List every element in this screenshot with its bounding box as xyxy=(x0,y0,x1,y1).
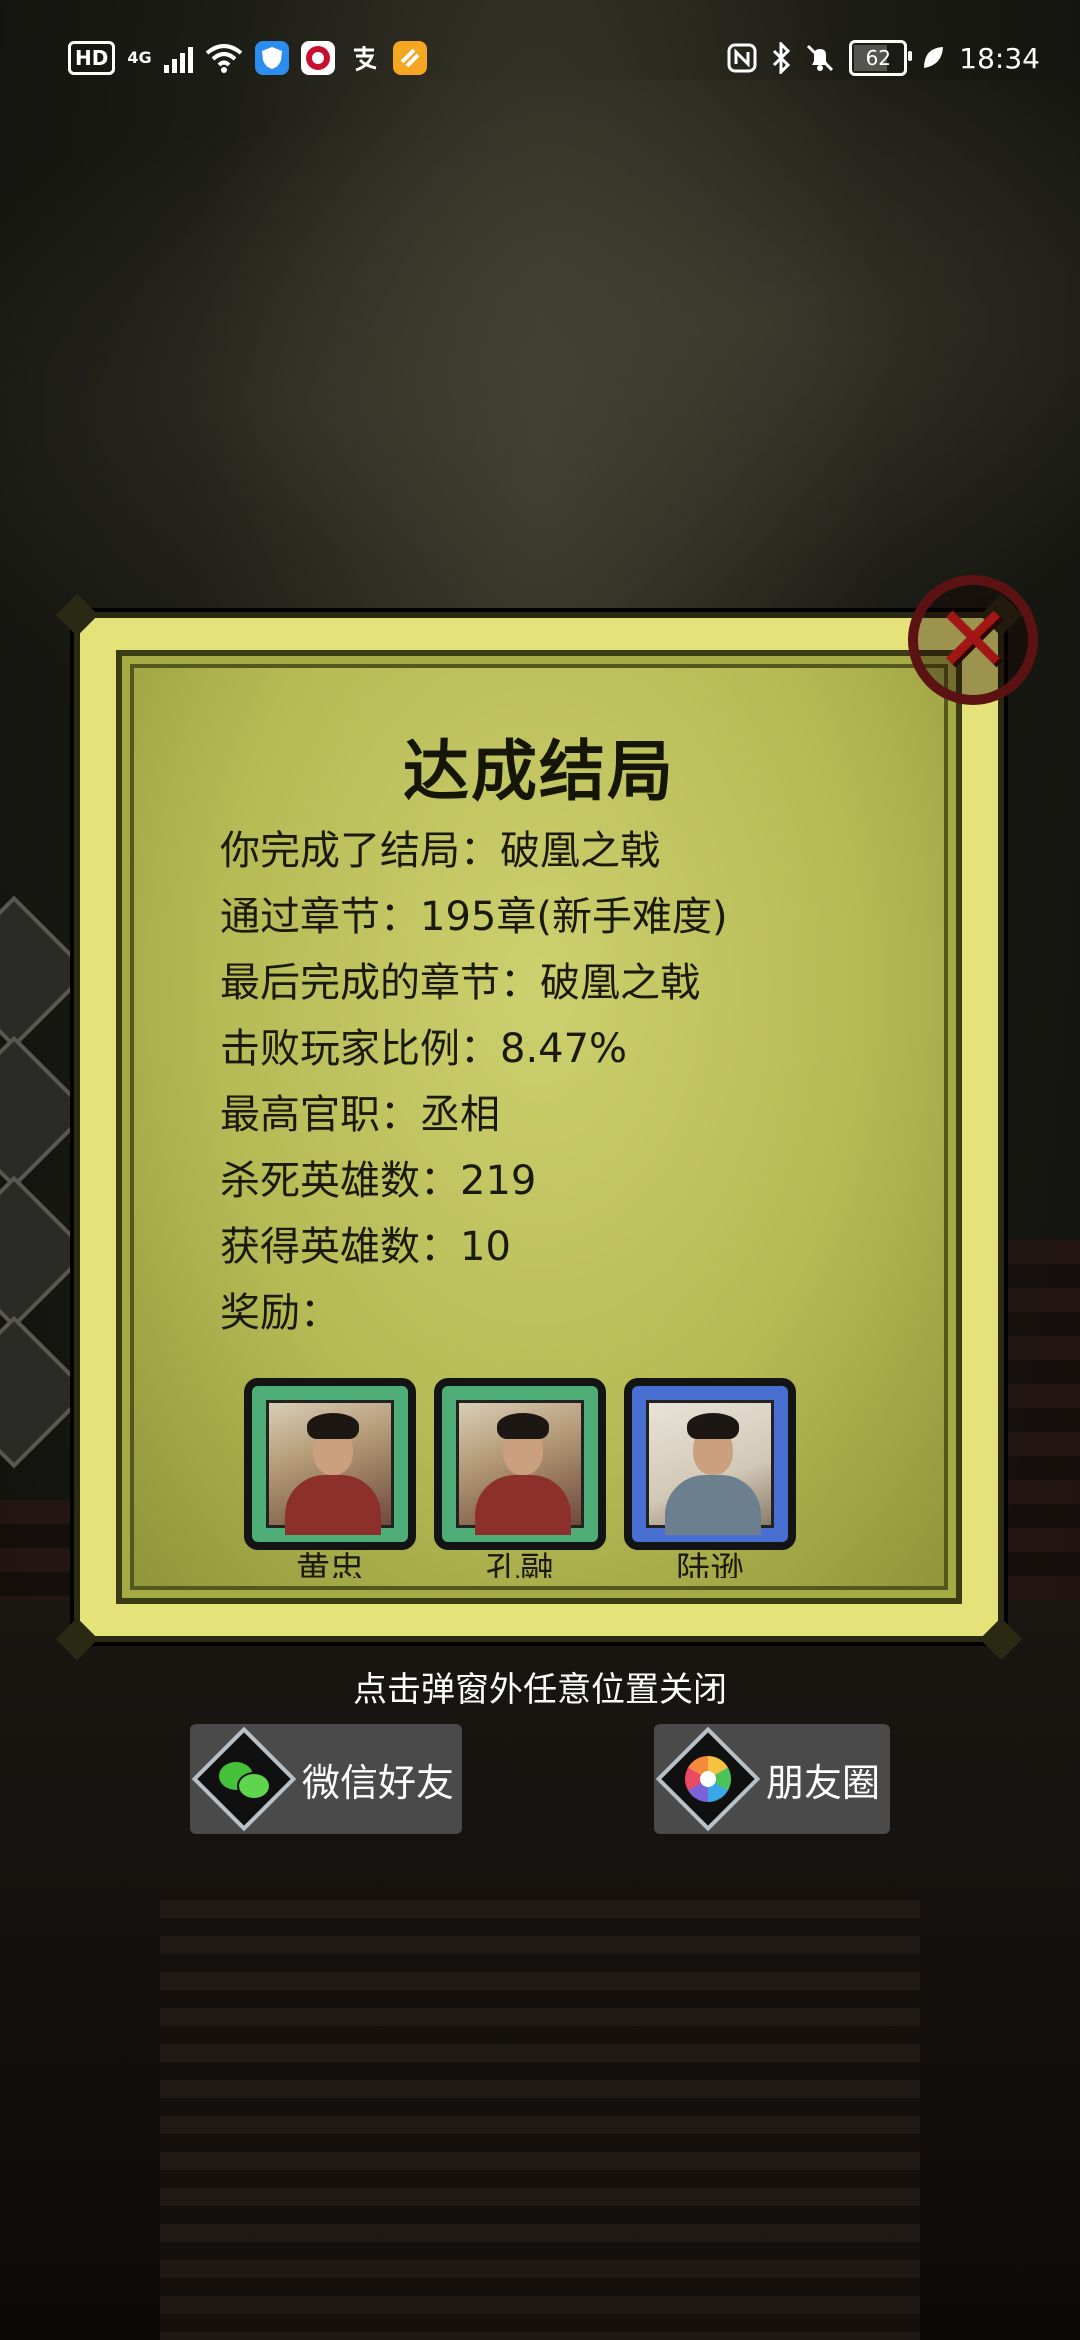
ending-dialog: 达成结局 你完成了结局：破凰之戟 通过章节：195章(新手难度) 最后完成的章节… xyxy=(55,593,1023,1661)
info-highest-rank: 最高官职：丞相 xyxy=(220,1092,500,1138)
hero-portrait xyxy=(266,1400,394,1535)
bluetooth-icon xyxy=(771,38,791,78)
info-chapters: 通过章节：195章(新手难度) xyxy=(220,894,728,940)
background-clouds xyxy=(0,80,1080,680)
mail-app-icon xyxy=(392,41,427,75)
close-hint: 点击弹窗外任意位置关闭 xyxy=(353,1670,727,1710)
alipay-icon xyxy=(347,41,381,75)
hero-name: 孔融 xyxy=(486,1550,554,1578)
bank-app-icon xyxy=(300,41,335,75)
wifi-icon xyxy=(205,38,243,78)
info-ending: 你完成了结局：破凰之戟 xyxy=(220,828,660,874)
hero-card-frame[interactable] xyxy=(434,1378,606,1550)
share-moments-label: 朋友圈 xyxy=(766,1760,881,1805)
battery-fill xyxy=(854,45,887,71)
info-beat-ratio: 击败玩家比例：8.47% xyxy=(220,1026,628,1072)
info-heroes-killed: 杀死英雄数：219 xyxy=(220,1158,537,1204)
moments-icon xyxy=(655,1726,761,1832)
shield-app-icon xyxy=(254,41,289,75)
hero-name-clip: 孔融 xyxy=(434,1550,606,1578)
hero-card-frame[interactable] xyxy=(244,1378,416,1550)
info-rewards-label: 奖励： xyxy=(220,1290,340,1336)
close-button[interactable]: ✕ xyxy=(908,575,1038,705)
battery-indicator: 62 xyxy=(849,40,913,76)
dialog-title: 达成结局 xyxy=(403,733,675,810)
ending-info-list: 你完成了结局：破凰之戟 通过章节：195章(新手难度) 最后完成的章节：破凰之戟… xyxy=(220,818,728,1346)
hero-portrait xyxy=(456,1400,584,1535)
background-stairs xyxy=(160,1900,920,2340)
network-type: 4G xyxy=(127,48,152,67)
close-icon: ✕ xyxy=(934,586,1012,693)
reward-list: 黄忠 孔融 陆逊 xyxy=(244,1378,796,1578)
status-bar: HD 4G 62 18:34 xyxy=(0,0,1080,120)
hero-name: 陆逊 xyxy=(676,1550,744,1578)
mute-bell-icon xyxy=(805,38,835,78)
hero-name: 黄忠 xyxy=(296,1550,364,1578)
share-wechat-label: 微信好友 xyxy=(302,1760,455,1805)
share-moments-button[interactable]: 朋友圈 xyxy=(654,1724,890,1834)
hero-portrait xyxy=(646,1400,774,1535)
share-wechat-button[interactable]: 微信好友 xyxy=(190,1724,462,1834)
nfc-icon xyxy=(727,38,757,78)
info-last-chapter: 最后完成的章节：破凰之戟 xyxy=(220,960,700,1006)
wechat-icon xyxy=(191,1726,297,1832)
status-right: 62 18:34 xyxy=(727,38,1040,78)
reward-item[interactable]: 孔融 xyxy=(434,1378,606,1578)
clock: 18:34 xyxy=(959,41,1040,75)
leaf-icon xyxy=(921,38,945,78)
hero-name-clip: 黄忠 xyxy=(244,1550,416,1578)
hd-badge: HD xyxy=(68,41,116,75)
hero-card-frame[interactable] xyxy=(624,1378,796,1550)
signal-icon xyxy=(163,43,193,73)
reward-item[interactable]: 黄忠 xyxy=(244,1378,416,1578)
reward-item[interactable]: 陆逊 xyxy=(624,1378,796,1578)
status-left: HD 4G xyxy=(68,38,427,78)
hero-name-clip: 陆逊 xyxy=(624,1550,796,1578)
info-heroes-obtained: 获得英雄数：10 xyxy=(220,1224,511,1270)
